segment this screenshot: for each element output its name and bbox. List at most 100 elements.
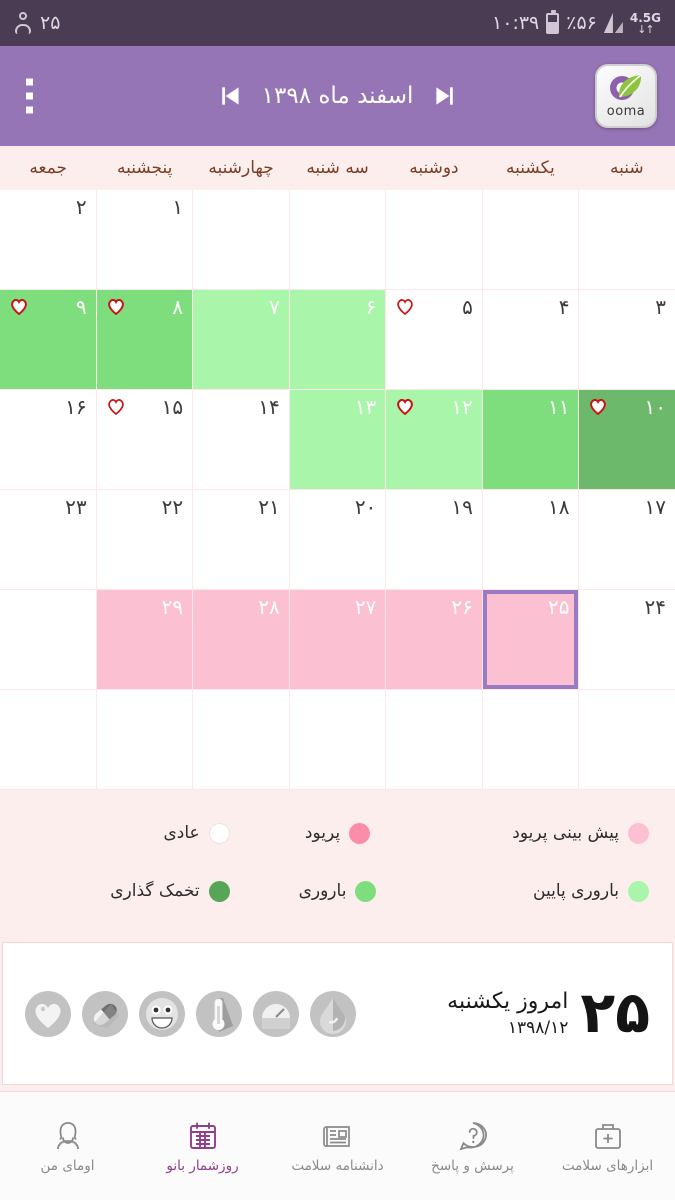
calendar-day-number: ۴ [558,295,570,319]
calendar-day-cell[interactable]: ۱۹ [386,490,482,589]
weight-scale-icon[interactable] [253,990,299,1037]
calendar-day-cell[interactable]: ۱۲ [386,390,482,489]
calendar-empty-cell [0,590,96,689]
calendar-day-cell[interactable]: ۶ [289,290,386,389]
calendar-day-cell[interactable]: ۲۱ [193,490,289,589]
calendar-empty-cell [579,690,675,789]
calendar-day-cell[interactable]: ۳ [579,290,675,389]
calendar-day-number: ۱۱ [547,395,570,419]
today-text-block: امروز یکشنبه ۱۳۹۸/۱۲ [447,989,568,1038]
nav-item-0[interactable]: ابزارهای سلامت [540,1092,675,1200]
app-root: ۱۰:۳۹ ٪۵۶ 4.5G ↓↑ ۲۵ ooma اسفند ماه ۱۳۹۸… [0,0,675,1200]
app-logo-text: ooma [606,104,646,119]
nav-item-1[interactable]: پرسش و پاسخ [405,1092,540,1200]
nav-item-label: پرسش و پاسخ [431,1157,514,1174]
calendar-day-number: ۲۴ [644,595,666,619]
nav-item-label: روزشمار بانو [166,1157,239,1174]
heart-icon [107,398,125,416]
nav-item-4[interactable]: اومای من [0,1092,135,1200]
ooma-logo-icon [608,73,644,103]
nav-item-3[interactable]: روزشمار بانو [135,1092,270,1200]
calendar-day-cell[interactable]: ۱۸ [482,490,579,589]
mood-smiley-icon[interactable] [139,990,185,1037]
legend-color-dot [208,822,230,844]
calendar-day-cell[interactable]: ۷ [193,290,289,389]
pill-icon[interactable] [82,990,128,1037]
weekday-label: جمعه [29,158,68,178]
calendar-day-number: ۱۴ [258,395,280,419]
calendar-day-cell[interactable]: ۱۷ [579,490,675,589]
app-toolbar: ooma اسفند ماه ۱۳۹۸ [0,46,675,146]
calendar-day-cell[interactable]: ۱۶ [0,390,96,489]
medical-kit-icon [591,1119,625,1153]
calendar-day-number: ۲ [75,195,87,219]
nav-item-label: اومای من [40,1157,95,1174]
calendar-icon [186,1119,220,1153]
signal-icon [603,13,623,33]
calendar-day-number: ۲۸ [258,595,280,619]
legend-label: پریود [304,823,341,843]
legend-item: پریود [236,822,440,844]
calendar-day-cell[interactable]: ۱۵ [96,390,193,489]
calendar-day-cell[interactable]: ۱۱ [482,390,579,489]
calendar-day-cell[interactable]: ۲۹ [96,590,193,689]
person-icon [14,12,32,34]
calendar-day-cell[interactable]: ۱۴ [193,390,289,489]
calendar-day-cell[interactable]: ۲۳ [0,490,96,589]
calendar-day-number: ۱۲ [451,395,473,419]
legend-color-dot [355,880,377,902]
calendar-day-cell[interactable]: ۲۴ [579,590,675,689]
calendar-day-number: ۱۹ [451,495,473,519]
legend-color-dot [349,822,371,844]
calendar-day-number: ۱۶ [65,395,87,419]
thermometer-icon[interactable] [196,990,242,1037]
newspaper-icon [321,1119,355,1153]
battery-percent: ٪۵۶ [566,12,597,34]
calendar-day-cell[interactable]: ۵ [386,290,482,389]
calendar-day-number: ۱۳ [354,395,377,419]
calendar-empty-cell [386,690,482,789]
calendar-day-cell[interactable]: ۲۵ [482,590,579,689]
calendar-day-cell[interactable]: ۱۳ [289,390,386,489]
legend-item: باروری [236,880,440,902]
calendar-day-number: ۱۷ [644,495,666,519]
today-date: ۱۳۹۸/۱۲ [507,1018,569,1038]
calendar-day-cell[interactable]: ۲۸ [193,590,289,689]
calendar-day-number: ۱۸ [547,495,570,519]
calendar-day-cell[interactable]: ۲۶ [386,590,482,689]
month-navigator: اسفند ماه ۱۳۹۸ [0,46,675,146]
weekday-header: شنبه یکشنبه دوشنبه سه شنبه چهارشنبه پنجش… [0,146,675,190]
legend-label: پیش بینی پریود [512,823,619,843]
calendar-day-number: ۲۹ [161,595,184,619]
prev-month-button[interactable] [218,83,244,109]
calendar-day-cell[interactable]: ۲۷ [289,590,386,689]
network-label: 4.5G [629,10,661,25]
calendar-empty-cell [193,690,289,789]
legend-label: تخمک گذاری [110,881,200,901]
calendar-day-cell[interactable]: ۱ [96,190,193,289]
calendar-day-cell[interactable]: ۱۰ [579,390,675,489]
calendar-day-cell[interactable]: ۲۰ [289,490,386,589]
calendar-day-cell[interactable]: ۲۲ [96,490,193,589]
heart-icon [396,398,414,416]
today-day-label: امروز یکشنبه [447,989,569,1014]
heart-icon[interactable] [25,990,71,1037]
calendar-day-cell[interactable]: ۹ [0,290,96,389]
weekday-label: دوشنبه [409,158,459,178]
weekday-label: شنبه [609,158,644,178]
calendar-day-cell[interactable]: ۴ [482,290,579,389]
calendar-day-cell[interactable]: ۲ [0,190,96,289]
next-month-button[interactable] [431,83,457,109]
weekday-label: یکشنبه [506,158,555,178]
today-card[interactable]: ۲۵ امروز یکشنبه ۱۳۹۸/۱۲ [2,942,673,1085]
status-bar-right: ۲۵ [14,12,60,34]
calendar-day-number: ۸ [172,295,184,319]
calendar-day-number: ۲۰ [354,495,377,519]
water-drop-icon[interactable] [310,990,356,1037]
nav-item-2[interactable]: دانشنامه سلامت [270,1092,405,1200]
calendar-grid: ۱ ۲ ۳ ۴ ۵ ۶ ۷ ۸ ۹ ۱۰ ۱۱ ۱۲ ۱۳ ۱۴ ۱۵ ۱۶ ۱۷ ۱۸ ۱۹ ۲۰ ۲۱ ۲۲ ۲۳ ۲۴ ۲… [0,190,675,790]
overflow-menu-icon[interactable] [22,75,37,118]
calendar-empty-cell [289,690,386,789]
status-right-count: ۲۵ [40,12,61,34]
calendar-day-cell[interactable]: ۸ [96,290,193,389]
